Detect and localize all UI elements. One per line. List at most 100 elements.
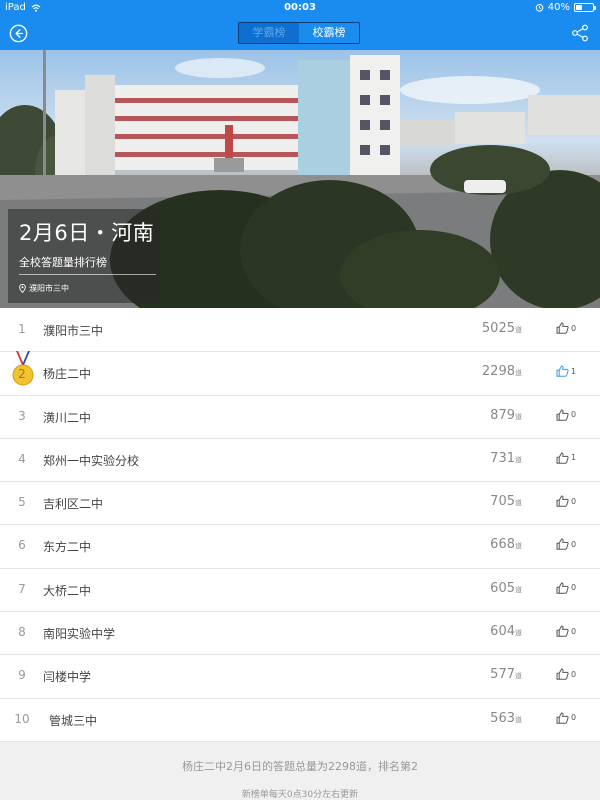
- hero-subtitle: 全校答题量排行榜: [19, 256, 107, 269]
- thumbs-up-icon: [556, 712, 569, 724]
- answer-count: 705道: [490, 494, 522, 509]
- rank-number: 3: [18, 408, 26, 423]
- rank-number: 10: [14, 711, 30, 726]
- school-name: 东方二中: [43, 540, 92, 555]
- ranking-row[interactable]: 10 管城三中 563道 0: [0, 698, 600, 742]
- answer-count-unit: 道: [515, 672, 522, 681]
- location-pin-icon: [19, 284, 26, 293]
- thumbs-up-icon: [556, 668, 569, 681]
- school-name: 管城三中: [49, 713, 98, 728]
- ranking-row[interactable]: 9 闫楼中学 577道 0: [0, 655, 600, 699]
- school-name: 闫楼中学: [43, 670, 92, 685]
- hero-divider: [19, 274, 156, 275]
- answer-count-unit: 道: [515, 455, 522, 464]
- answer-count-unit: 道: [515, 629, 522, 638]
- thumbs-up-icon: [556, 495, 569, 507]
- like-button[interactable]: 0: [556, 712, 576, 724]
- ranking-list: 1 濮阳市三中 5025道 0 2 杨庄二中 2298道 1 3 潢川二中 879道 0 4 郑州一中实验…: [0, 309, 600, 742]
- answer-count: 563道: [490, 711, 522, 726]
- like-button[interactable]: 0: [556, 582, 576, 594]
- like-count: 0: [571, 583, 577, 593]
- battery-icon: [574, 3, 596, 12]
- tab-student-ranking[interactable]: 学霸榜: [239, 23, 299, 43]
- ranking-row[interactable]: 5 吉利区二中 705道 0: [0, 482, 600, 526]
- school-name: 濮阳市三中: [43, 324, 104, 338]
- footer-update-note: 新榜单每天0点30分左右更新: [241, 790, 359, 800]
- answer-count-value: 2298: [481, 364, 515, 380]
- like-button[interactable]: 0: [556, 409, 576, 421]
- rank-number: 6: [18, 538, 26, 553]
- like-count: 0: [571, 669, 577, 679]
- ranking-row[interactable]: 7 大桥二中 605道 0: [0, 568, 600, 613]
- share-icon[interactable]: [571, 24, 589, 42]
- answer-count-unit: 道: [515, 499, 522, 508]
- answer-count-unit: 道: [515, 542, 522, 551]
- answer-count-value: 577: [490, 667, 515, 683]
- answer-count-value: 705: [490, 494, 515, 510]
- like-count: 1: [571, 453, 577, 463]
- answer-count-value: 668: [490, 537, 515, 553]
- ranking-tab-switcher: 学霸榜 校霸榜: [238, 22, 360, 44]
- answer-count-unit: 道: [515, 412, 522, 421]
- answer-count: 5025道: [482, 321, 522, 336]
- school-name: 郑州一中实验分校: [43, 453, 140, 468]
- thumbs-up-icon: [556, 538, 569, 551]
- thumbs-up-icon: [556, 322, 569, 334]
- footer-summary: 杨庄二中2月6日的答题总量为2298道，排名第2: [182, 760, 418, 773]
- ranking-row[interactable]: 1 濮阳市三中 5025道 0: [0, 309, 600, 353]
- answer-count-unit: 道: [515, 369, 522, 378]
- like-count: 0: [571, 323, 577, 333]
- answer-count: 731道: [490, 451, 522, 466]
- like-count: 0: [571, 626, 577, 636]
- answer-count-value: 563: [490, 710, 515, 726]
- answer-count-value: 731: [490, 450, 515, 466]
- nav-bar: 学霸榜 校霸榜: [0, 16, 600, 50]
- ranking-row[interactable]: 3 潢川二中 879道 0: [0, 395, 600, 439]
- like-button[interactable]: 0: [556, 322, 576, 334]
- status-bar: iPad 00:03 40%: [0, 0, 600, 16]
- thumbs-up-icon: [556, 365, 569, 377]
- like-button[interactable]: 0: [556, 538, 576, 551]
- status-time: 00:03: [284, 2, 316, 13]
- answer-count-value: 605: [490, 580, 515, 596]
- rank-number: 5: [18, 495, 26, 510]
- back-icon[interactable]: [9, 24, 28, 43]
- answer-count-unit: 道: [515, 715, 522, 724]
- thumbs-up-icon: [556, 452, 569, 464]
- ranking-row[interactable]: 8 南阳实验中学 604道 0: [0, 612, 600, 656]
- like-count: 0: [571, 496, 577, 506]
- answer-count-value: 604: [490, 624, 515, 640]
- battery-percent: 40%: [547, 2, 570, 13]
- like-button[interactable]: 0: [556, 495, 576, 507]
- like-count: 0: [571, 410, 577, 420]
- school-name: 杨庄二中: [43, 367, 92, 382]
- like-button[interactable]: 0: [556, 668, 577, 681]
- hero-location: 濮阳市三中: [19, 283, 69, 294]
- answer-count: 879道: [490, 408, 522, 423]
- answer-count-unit: 道: [515, 585, 522, 594]
- thumbs-up-icon: [556, 582, 569, 594]
- rank-number: 2: [18, 367, 26, 382]
- answer-count: 604道: [490, 624, 522, 639]
- school-name: 大桥二中: [43, 583, 92, 598]
- rank-number: 9: [18, 668, 26, 683]
- rank-number: 4: [18, 451, 26, 466]
- like-count: 0: [571, 713, 577, 723]
- like-button[interactable]: 1: [556, 365, 576, 377]
- tab-school-ranking[interactable]: 校霸榜: [299, 23, 359, 43]
- answer-count-unit: 道: [515, 326, 522, 334]
- hero-location-text: 濮阳市三中: [29, 284, 69, 293]
- hero-title: 2月6日・河南: [19, 221, 155, 245]
- like-button[interactable]: 1: [556, 452, 576, 464]
- ranking-row[interactable]: 2 杨庄二中 2298道 1: [0, 351, 600, 396]
- like-count: 1: [571, 366, 577, 376]
- answer-count: 668道: [490, 537, 522, 552]
- answer-count-value: 5025: [481, 321, 515, 336]
- ranking-row[interactable]: 4 郑州一中实验分校 731道 1: [0, 438, 600, 483]
- answer-count: 577道: [490, 667, 522, 682]
- like-button[interactable]: 0: [556, 625, 576, 637]
- ranking-row[interactable]: 6 东方二中 668道 0: [0, 525, 600, 569]
- rank-number: 7: [18, 581, 26, 596]
- school-name: 南阳实验中学: [43, 627, 116, 642]
- answer-count: 605道: [490, 581, 522, 596]
